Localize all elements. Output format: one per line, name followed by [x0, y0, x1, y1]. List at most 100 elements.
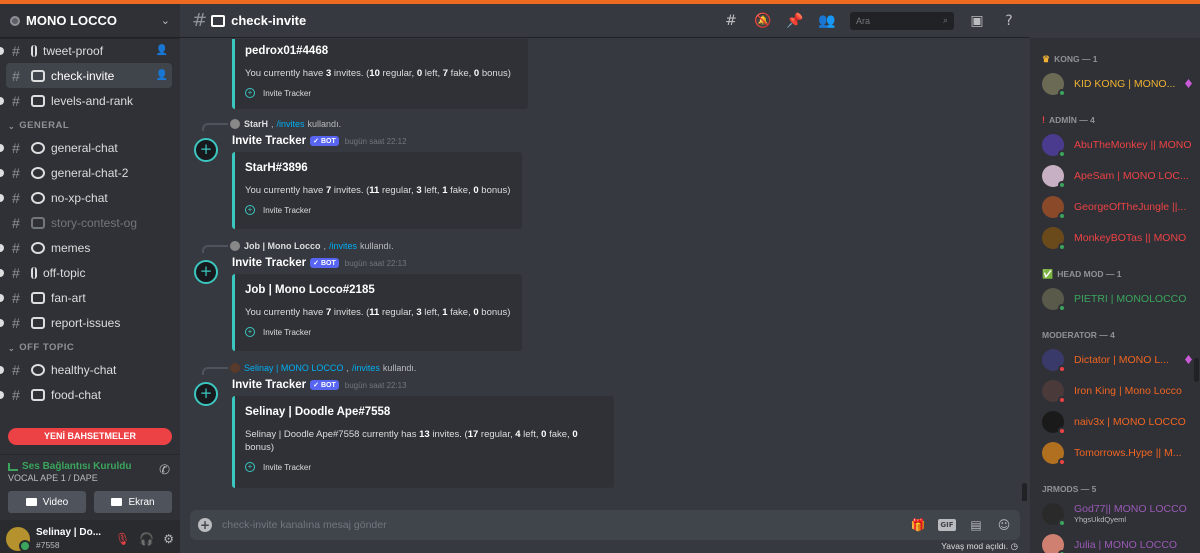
- timestamp: bugün saat 22:13: [344, 258, 407, 268]
- member-item[interactable]: God77|| MONO LOCCO YhgsUkdQyeml: [1030, 498, 1200, 529]
- headphones-icon[interactable]: 🎧: [139, 532, 154, 546]
- bot-avatar[interactable]: +: [194, 138, 218, 162]
- emoji-icon[interactable]: ☺: [996, 518, 1012, 532]
- member-item[interactable]: AbuTheMonkey || MONO: [1030, 129, 1200, 160]
- food-icon: [31, 388, 45, 401]
- avatar: [1042, 72, 1066, 97]
- message-composer[interactable]: + check-invite kanalına mesaj gönder 🎁 G…: [190, 510, 1020, 540]
- category-general[interactable]: ⌄ GENERAL: [0, 113, 180, 135]
- channel-label: food-chat: [51, 387, 102, 402]
- channel-label: check-invite: [51, 68, 115, 83]
- channel-memes[interactable]: # memes: [0, 235, 172, 260]
- message-author: Invite Tracker ✓ BOT bugün saat 22:13: [232, 379, 407, 391]
- member-item[interactable]: KID KONG | MONO...: [1030, 68, 1200, 99]
- channel-label: off-topic: [43, 265, 86, 280]
- reply-context[interactable]: Selinay | MONO LOCCO,/invites kullandı.: [230, 363, 416, 373]
- channel-off-topic[interactable]: # off-topic: [0, 260, 172, 285]
- invite-embed: Selinay | Doodle Ape#7558 Selinay | Dood…: [232, 396, 614, 488]
- avatar[interactable]: [6, 526, 31, 552]
- screen-share-button[interactable]: Ekran: [94, 491, 172, 513]
- member-scrollbar[interactable]: [1194, 358, 1199, 382]
- pin-icon[interactable]: 📌: [786, 12, 804, 30]
- hash-icon: #: [12, 139, 20, 156]
- avatar: [1042, 502, 1066, 527]
- channel-fan-art[interactable]: # fan-art: [0, 285, 172, 310]
- channel-no-xp-chat[interactable]: # no-xp-chat: [0, 185, 172, 210]
- channel-story-contest-og[interactable]: # story-contest-og: [6, 210, 172, 235]
- channel-food-chat[interactable]: # food-chat: [0, 382, 172, 407]
- disconnect-call-icon[interactable]: ✆: [159, 463, 170, 478]
- voice-channel-name: VOCAL APE 1 / DAPE: [8, 473, 98, 483]
- sticker-icon[interactable]: ▤: [968, 518, 984, 532]
- channel-tweet-proof[interactable]: # tweet-proof 👤: [0, 38, 172, 63]
- avatar: [230, 119, 240, 129]
- channel-levels-and-rank[interactable]: # levels-and-rank: [0, 88, 172, 113]
- avatar: [1042, 287, 1066, 312]
- scrollbar-thumb[interactable]: [1022, 483, 1027, 501]
- chevron-down-icon: ⌄: [8, 344, 16, 353]
- channel-check-invite[interactable]: # check-invite 👤: [6, 63, 172, 88]
- bot-avatar[interactable]: +: [194, 382, 218, 406]
- channel-report-issues[interactable]: # report-issues: [0, 310, 172, 335]
- category-label: OFF TOPIC: [19, 342, 75, 353]
- inbox-icon[interactable]: ▣: [968, 12, 986, 30]
- nitro-gem-icon: [1185, 355, 1192, 364]
- member-item[interactable]: PIETRI | MONOLOCCO: [1030, 283, 1200, 314]
- message-input[interactable]: check-invite kanalına mesaj gönder: [222, 519, 898, 531]
- reply-context[interactable]: StarH,/invites kullandı.: [230, 119, 341, 129]
- add-attachment-icon[interactable]: +: [198, 518, 212, 532]
- hash-icon: #: [12, 386, 20, 403]
- reply-context[interactable]: Job | Mono Locco,/invites kullandı.: [230, 241, 394, 251]
- search-icon: ⌕: [942, 15, 948, 25]
- scroll-icon: [31, 216, 45, 229]
- member-list-icon[interactable]: 👥: [818, 12, 836, 30]
- member-item[interactable]: naiv3x | MONO LOCCO: [1030, 406, 1200, 437]
- channel-title: check-invite: [231, 13, 307, 28]
- channel-general-chat[interactable]: # general-chat: [0, 135, 172, 160]
- video-button[interactable]: Video: [8, 491, 86, 513]
- hash-icon: #: [12, 164, 20, 181]
- member-item[interactable]: Tomorrows.Hype || M...: [1030, 437, 1200, 468]
- gift-icon[interactable]: 🎁: [910, 518, 926, 532]
- member-item[interactable]: MonkeyBOTas || MONO: [1030, 222, 1200, 253]
- gear-icon[interactable]: ⚙: [163, 532, 174, 546]
- voice-status-label[interactable]: Ses Bağlantısı Kuruldu: [22, 461, 131, 472]
- bot-badge: ✓ BOT: [310, 136, 339, 146]
- add-user-icon[interactable]: 👤: [156, 70, 168, 81]
- crown-icon: ♛: [1042, 53, 1051, 64]
- channel-healthy-chat[interactable]: # healthy-chat: [0, 357, 172, 382]
- member-item[interactable]: Iron King | Mono Locco: [1030, 375, 1200, 406]
- channel-label: healthy-chat: [51, 362, 117, 377]
- new-mentions-button[interactable]: YENİ BAHSETMELER: [8, 428, 172, 445]
- reply-spine: [202, 245, 228, 253]
- bot-avatar[interactable]: +: [194, 260, 218, 284]
- member-item[interactable]: Dictator | MONO L...: [1030, 344, 1200, 375]
- member-item[interactable]: Julia | MONO LOCCO: [1030, 529, 1200, 553]
- guild-header[interactable]: MONO LOCCO ⌄: [0, 4, 180, 38]
- notification-mute-icon[interactable]: 🔕: [754, 12, 772, 30]
- gif-icon[interactable]: GIF: [938, 519, 956, 531]
- timestamp: bugün saat 22:12: [344, 136, 407, 146]
- avatar: [230, 363, 240, 373]
- unread-dot: [0, 193, 4, 202]
- member-item[interactable]: GeorgeOfTheJungle ||...: [1030, 191, 1200, 222]
- avatar: [1042, 533, 1066, 553]
- help-icon[interactable]: ?: [1000, 12, 1018, 30]
- user-tag: #7558: [36, 539, 60, 550]
- channel-emoji-icon: [31, 266, 37, 279]
- channel-general-chat-2[interactable]: # general-chat-2: [0, 160, 172, 185]
- chevron-down-icon[interactable]: ⌄: [161, 14, 170, 27]
- threads-icon[interactable]: #: [722, 12, 740, 30]
- embed-title: pedrox01#4468: [245, 45, 329, 57]
- unread-dot: [0, 268, 4, 277]
- invite-embed: Job | Mono Locco#2185 You currently have…: [232, 274, 522, 351]
- search-input[interactable]: Ara ⌕: [850, 11, 954, 30]
- hash-icon: #: [12, 67, 20, 84]
- embed-title: Selinay | Doodle Ape#7558: [245, 406, 391, 418]
- add-user-icon[interactable]: 👤: [156, 45, 168, 56]
- member-item[interactable]: ApeSam | MONO LOC...: [1030, 160, 1200, 191]
- category-off-topic[interactable]: ⌄ OFF TOPIC: [0, 335, 180, 357]
- mute-mic-icon[interactable]: 🎙: [115, 532, 130, 546]
- invite-embed: pedrox01#4468 You currently have 3 invit…: [232, 39, 528, 109]
- member-status-text: YhgsUkdQyeml: [1074, 515, 1127, 524]
